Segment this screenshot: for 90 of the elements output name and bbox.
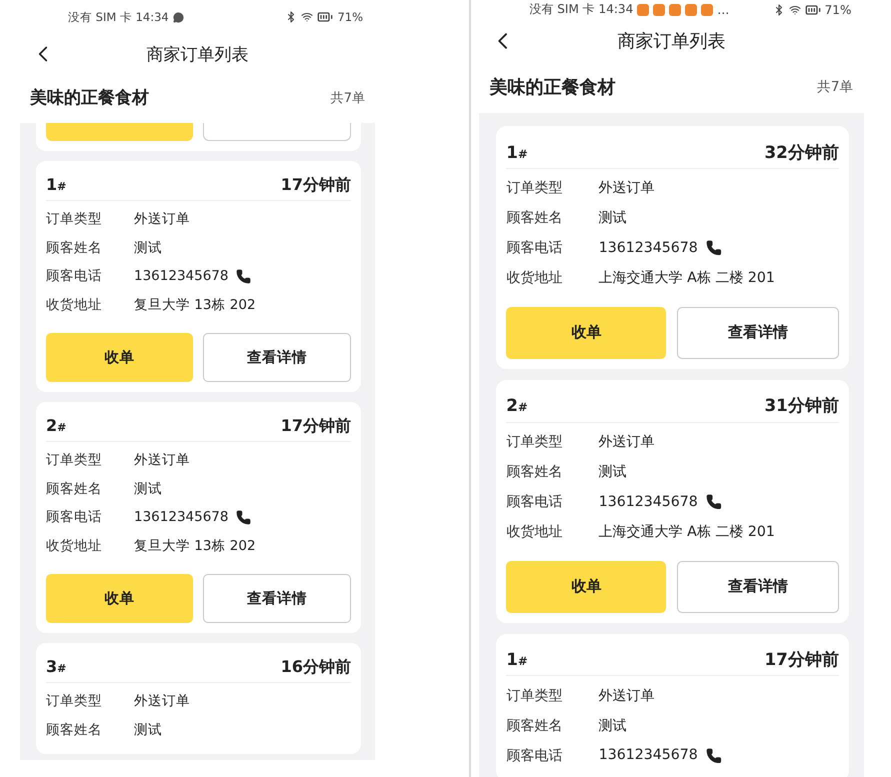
phone-icon[interactable] (236, 268, 252, 284)
order-number: 1 (46, 175, 58, 194)
field-value: 13612345678 (134, 509, 228, 526)
page-title: 商家订单列表 (618, 30, 726, 53)
order-number: 2 (506, 395, 518, 416)
field-value: 测试 (134, 238, 162, 257)
order-time: 17分钟前 (280, 416, 351, 437)
status-text: 没有 SIM 卡 14:34 (68, 10, 169, 24)
accept-button[interactable]: 收单 (46, 333, 192, 382)
number-mark: # (57, 662, 66, 675)
field-value: 外送订单 (598, 687, 655, 706)
app-icon (669, 4, 682, 16)
field-label: 顾客姓名 (506, 209, 564, 228)
accept-button[interactable]: 收单 (506, 561, 666, 613)
number-mark: # (518, 400, 528, 414)
number-mark: # (57, 180, 66, 193)
details-button[interactable]: 查看详情 (202, 333, 351, 382)
field-label: 收货地址 (46, 296, 103, 314)
order-time: 17分钟前 (280, 175, 351, 196)
number-mark: # (57, 421, 66, 434)
more-notifications: … (717, 2, 730, 17)
accept-button[interactable]: 收单 (506, 307, 666, 359)
order-count: 共7单 (816, 78, 854, 96)
order-time: 32分钟前 (764, 140, 839, 164)
field-label: 订单类型 (46, 451, 103, 470)
field-value: 测试 (598, 209, 627, 228)
field-value: 上海交通大学 A栋 二楼 201 (598, 269, 775, 288)
order-count: 共7单 (330, 90, 365, 106)
field-label: 顾客电话 (506, 746, 564, 765)
page-title: 商家订单列表 (146, 44, 248, 66)
field-label: 订单类型 (506, 687, 564, 706)
field-value: 复旦大学 13栋 202 (134, 296, 256, 314)
field-value: 13612345678 (598, 494, 698, 510)
app-icon (653, 4, 666, 16)
field-value: 测试 (134, 480, 162, 498)
order-number: 3 (46, 657, 58, 676)
number-mark: # (518, 654, 528, 668)
field-value: 13612345678 (134, 268, 228, 284)
field-label: 顾客姓名 (46, 238, 103, 257)
field-label: 顾客电话 (506, 493, 564, 512)
field-value: 外送订单 (598, 433, 655, 452)
field-label: 顾客电话 (46, 508, 103, 526)
field-value: 外送订单 (134, 692, 190, 710)
field-value: 上海交通大学 A栋 二楼 201 (598, 522, 775, 541)
order-time: 16分钟前 (280, 657, 351, 678)
field-value: 测试 (598, 717, 627, 735)
field-value: 外送订单 (134, 451, 190, 470)
field-value: 13612345678 (598, 240, 698, 256)
field-value: 外送订单 (598, 179, 655, 198)
shop-name: 美味的正餐食材 (30, 87, 149, 109)
field-label: 订单类型 (46, 692, 103, 710)
order-time: 17分钟前 (764, 648, 839, 672)
field-label: 顾客姓名 (506, 717, 564, 735)
number-mark: # (518, 146, 528, 160)
phone-icon[interactable] (236, 510, 252, 525)
battery-level: 71% (337, 10, 363, 24)
details-button[interactable]: 查看详情 (202, 574, 351, 623)
order-time: 31分钟前 (764, 394, 839, 418)
battery-level: 71% (824, 2, 852, 17)
field-value: 外送订单 (134, 210, 190, 228)
field-label: 订单类型 (506, 179, 564, 198)
phone-icon[interactable] (706, 240, 722, 256)
phone-icon[interactable] (706, 748, 722, 764)
order-number: 2 (46, 416, 58, 435)
details-button[interactable]: 查看详情 (676, 561, 839, 613)
app-icon (701, 4, 714, 16)
field-label: 顾客姓名 (46, 720, 103, 739)
field-value: 13612345678 (598, 747, 698, 764)
accept-button[interactable]: 收单 (46, 574, 192, 623)
chat-icon (172, 12, 184, 22)
app-icon (637, 4, 650, 16)
shop-name: 美味的正餐食材 (490, 76, 616, 99)
field-value: 测试 (598, 463, 627, 482)
field-value: 复旦大学 13栋 202 (134, 536, 256, 555)
status-text: 没有 SIM 卡 14:34 (529, 1, 634, 18)
field-label: 顾客姓名 (506, 463, 564, 482)
details-button[interactable]: 查看详情 (676, 307, 839, 359)
order-number: 1 (506, 142, 518, 162)
order-number: 1 (506, 649, 518, 670)
field-label: 订单类型 (506, 433, 564, 452)
field-label: 顾客姓名 (46, 480, 103, 498)
field-label: 顾客电话 (46, 267, 103, 286)
field-label: 订单类型 (46, 210, 103, 228)
field-label: 收货地址 (506, 269, 564, 288)
field-label: 收货地址 (506, 522, 564, 541)
field-label: 收货地址 (46, 536, 103, 555)
app-icon (685, 4, 698, 16)
phone-icon[interactable] (706, 494, 722, 510)
field-value: 测试 (134, 720, 162, 739)
field-label: 顾客电话 (506, 239, 564, 258)
